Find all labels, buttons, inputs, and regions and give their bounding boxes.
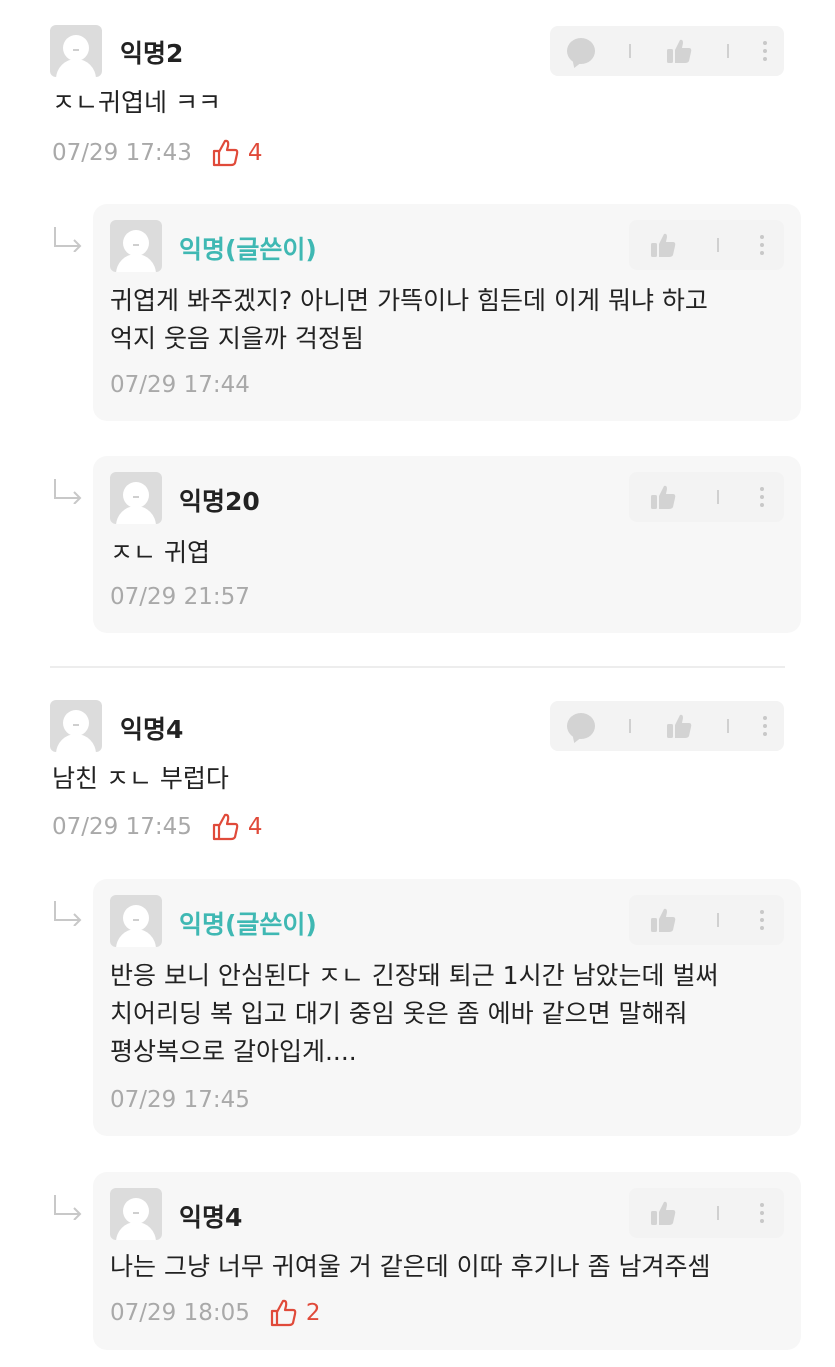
thumbs-up-icon[interactable] xyxy=(665,712,693,740)
reply-text-line: 치어리딩 복 입고 대기 중임 옷은 좀 에바 같으면 말해줘 xyxy=(110,999,688,1028)
avatar xyxy=(110,220,162,272)
thumbs-up-icon[interactable] xyxy=(649,1199,677,1227)
thumbs-up-icon[interactable] xyxy=(649,906,677,934)
comment-text: 남친 ㅈㄴ 부럽다 xyxy=(52,764,229,793)
like-count: 4 xyxy=(247,140,263,166)
reply-card: 익명(글쓴이) 귀엽게 봐주겠지? 아니면 가뜩이나 힘든데 이게 뭐냐 하고 … xyxy=(93,204,801,421)
reply-text-line: 평상복으로 갈아입게.... xyxy=(110,1037,357,1066)
like-count-badge: 4 xyxy=(210,812,263,842)
reply-meta: 07/29 17:45 xyxy=(110,1087,250,1113)
more-vertical-icon[interactable] xyxy=(759,910,764,930)
comment-timestamp: 07/29 17:43 xyxy=(52,140,192,166)
outline-like-icon xyxy=(270,1299,297,1327)
reply-text-line: 나는 그냥 너무 귀여울 거 같은데 이따 후기나 좀 남겨주셈 xyxy=(110,1252,711,1281)
reply-timestamp: 07/29 17:44 xyxy=(110,372,250,398)
comment-actions xyxy=(550,701,784,751)
comment-meta: 07/29 17:43 4 xyxy=(52,138,263,168)
reply-arrow-icon xyxy=(54,901,82,926)
like-count-badge: 2 xyxy=(268,1298,321,1328)
reply-card: 익명(글쓴이) 반응 보니 안심된다 ㅈㄴ 긴장돼 퇴근 1시간 남았는데 벌써… xyxy=(93,879,801,1136)
avatar xyxy=(110,895,162,947)
reply-text-line: 억지 웃음 지을까 걱정됨 xyxy=(110,324,364,353)
reply-arrow-icon xyxy=(54,227,82,252)
reply-meta: 07/29 21:57 xyxy=(110,584,250,610)
avatar xyxy=(110,472,162,524)
reply-actions xyxy=(629,472,784,522)
reply-author-name: 익명4 xyxy=(179,1203,243,1232)
comment-text: ㅈㄴ귀엽네 ㅋㅋ xyxy=(52,88,221,117)
reply-text-line: 반응 보니 안심된다 ㅈㄴ 긴장돼 퇴근 1시간 남았는데 벌써 xyxy=(110,961,719,990)
thumbs-up-icon[interactable] xyxy=(649,483,677,511)
avatar xyxy=(110,1188,162,1240)
like-count: 4 xyxy=(247,814,263,840)
comment-actions xyxy=(550,26,784,76)
comment-bubble-icon[interactable] xyxy=(567,38,595,64)
outline-like-icon xyxy=(212,813,239,841)
avatar xyxy=(50,25,102,77)
more-vertical-icon[interactable] xyxy=(759,235,764,255)
reply-author-name: 익명(글쓴이) xyxy=(179,910,317,939)
reply-actions xyxy=(629,220,784,270)
comment-timestamp: 07/29 17:45 xyxy=(52,814,192,840)
more-vertical-icon[interactable] xyxy=(763,41,767,61)
comment-author-name: 익명4 xyxy=(120,715,184,744)
reply-timestamp: 07/29 17:45 xyxy=(110,1087,250,1113)
reply-meta: 07/29 18:05 2 xyxy=(110,1298,321,1328)
reply-actions xyxy=(629,895,784,945)
comment-meta: 07/29 17:45 4 xyxy=(52,812,263,842)
thread-divider xyxy=(50,666,785,668)
reply-timestamp: 07/29 21:57 xyxy=(110,584,250,610)
more-vertical-icon[interactable] xyxy=(759,487,764,507)
reply-timestamp: 07/29 18:05 xyxy=(110,1300,250,1326)
reply-author-name: 익명20 xyxy=(179,487,260,516)
reply-card: 익명4 나는 그냥 너무 귀여울 거 같은데 이따 후기나 좀 남겨주셈 07/… xyxy=(93,1172,801,1350)
reply-text-line: 귀엽게 봐주겠지? 아니면 가뜩이나 힘든데 이게 뭐냐 하고 xyxy=(110,286,708,315)
reply-text-line: ㅈㄴ 귀엽 xyxy=(110,538,210,567)
reply-card: 익명20 ㅈㄴ 귀엽 07/29 21:57 xyxy=(93,456,801,633)
reply-author-name: 익명(글쓴이) xyxy=(179,235,317,264)
thumbs-up-icon[interactable] xyxy=(649,231,677,259)
more-vertical-icon[interactable] xyxy=(763,716,767,736)
comment-author-name: 익명2 xyxy=(120,39,184,68)
reply-actions xyxy=(629,1188,784,1238)
reply-meta: 07/29 17:44 xyxy=(110,372,250,398)
like-count: 2 xyxy=(305,1300,321,1326)
more-vertical-icon[interactable] xyxy=(759,1203,764,1223)
reply-arrow-icon xyxy=(54,1195,82,1220)
reply-arrow-icon xyxy=(54,479,82,504)
outline-like-icon xyxy=(212,139,239,167)
avatar xyxy=(50,700,102,752)
like-count-badge: 4 xyxy=(210,138,263,168)
thumbs-up-icon[interactable] xyxy=(665,37,693,65)
comment-bubble-icon[interactable] xyxy=(567,713,595,739)
